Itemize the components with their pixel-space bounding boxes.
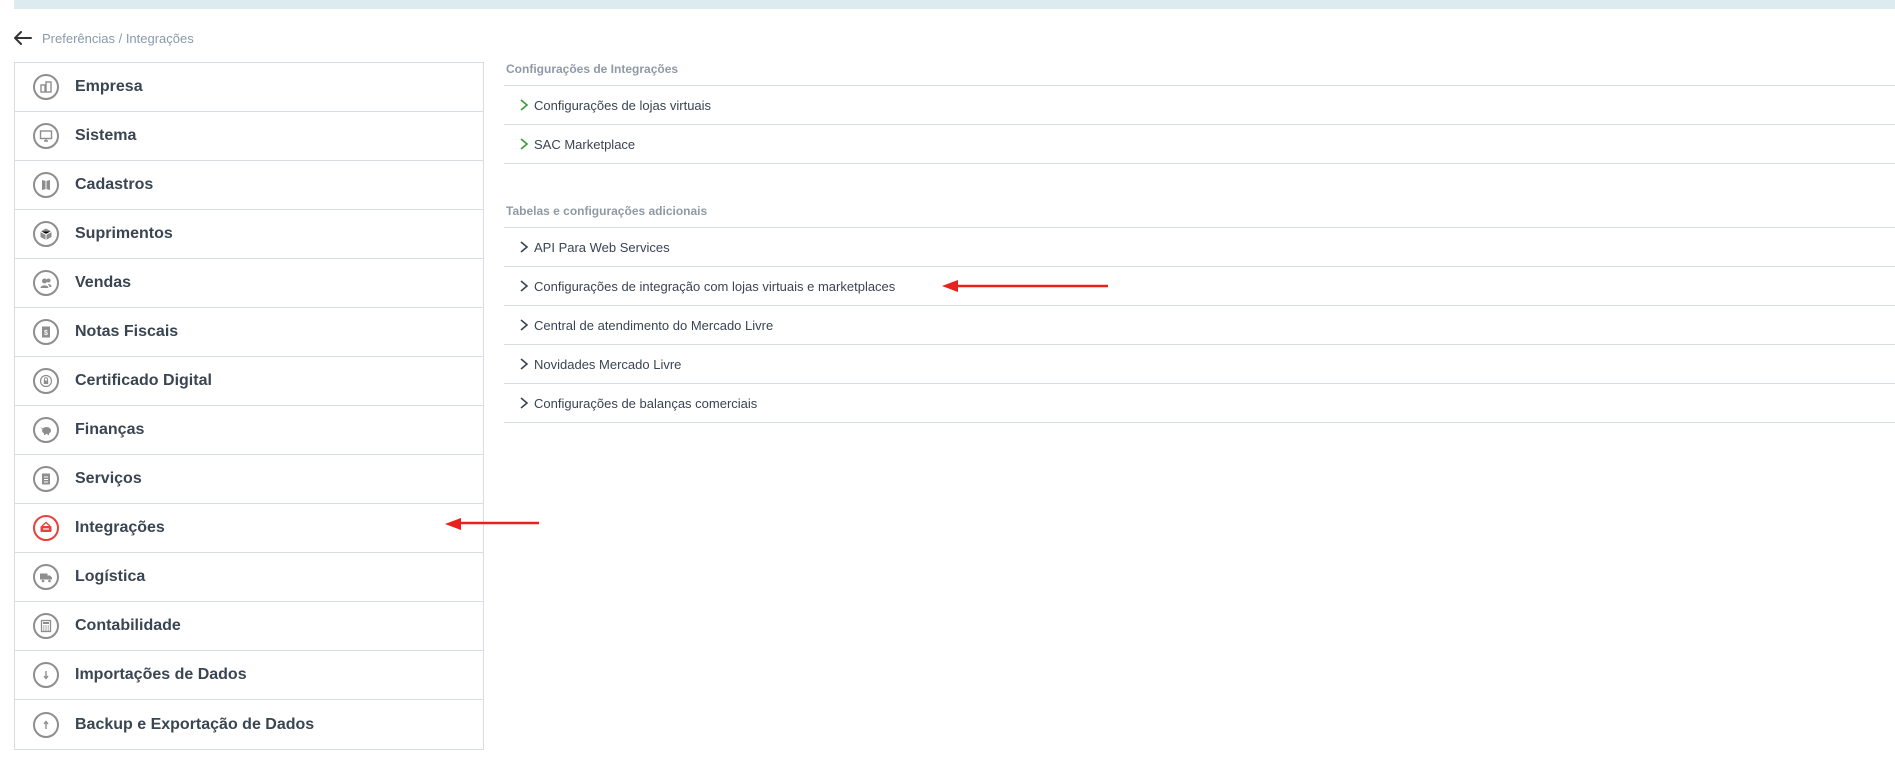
sidebar-item-label: Cadastros: [75, 176, 154, 193]
preferences-sidebar: Empresa Sistema Cadastros Suprimentos Ve…: [14, 62, 484, 750]
link-configuracoes-lojas-virtuais[interactable]: Configurações de lojas virtuais: [504, 86, 1895, 125]
sidebar-item-suprimentos[interactable]: Suprimentos: [15, 210, 483, 259]
chevron-right-icon: [520, 99, 529, 111]
link-label: SAC Marketplace: [534, 136, 636, 152]
sidebar-item-backup-exportacao[interactable]: Backup e Exportação de Dados: [15, 700, 483, 749]
sidebar-item-label: Serviços: [75, 470, 142, 487]
link-sac-marketplace[interactable]: SAC Marketplace: [504, 125, 1895, 164]
svg-text:$: $: [44, 330, 48, 337]
sidebar-item-sistema[interactable]: Sistema: [15, 112, 483, 161]
sidebar-item-label: Certificado Digital: [75, 372, 212, 389]
link-label: API Para Web Services: [534, 239, 670, 255]
chevron-right-icon: [520, 241, 529, 253]
book-icon: [33, 172, 59, 198]
link-api-web-services[interactable]: API Para Web Services: [504, 228, 1895, 267]
sidebar-item-label: Empresa: [75, 78, 143, 95]
link-label: Novidades Mercado Livre: [534, 356, 682, 372]
sidebar-item-label: Integrações: [75, 519, 165, 536]
sidebar-item-certificado-digital[interactable]: Certificado Digital: [15, 357, 483, 406]
truck-icon: [33, 564, 59, 590]
sidebar-item-label: Logística: [75, 568, 146, 585]
link-configuracoes-balancas-comerciais[interactable]: Configurações de balanças comerciais: [504, 384, 1895, 423]
sidebar-item-label: Finanças: [75, 421, 145, 438]
link-label: Configurações de balanças comerciais: [534, 395, 758, 411]
link-label: Configurações de integração com lojas vi…: [534, 278, 896, 294]
export-icon: [33, 711, 59, 738]
link-label: Configurações de lojas virtuais: [534, 97, 712, 113]
sidebar-item-empresa[interactable]: Empresa: [15, 63, 483, 112]
sidebar-item-label: Vendas: [75, 274, 132, 291]
sidebar-item-label: Backup e Exportação de Dados: [75, 715, 315, 733]
chevron-right-icon: [520, 138, 529, 150]
import-icon: [33, 662, 59, 688]
breadcrumb-text[interactable]: Preferências / Integrações: [42, 31, 194, 46]
section-title-tabelas: Tabelas e configurações adicionais: [504, 198, 1895, 228]
sidebar-item-logistica[interactable]: Logística: [15, 553, 483, 602]
chevron-right-icon: [520, 397, 529, 409]
breadcrumb: Preferências / Integrações: [14, 28, 194, 48]
sidebar-item-financas[interactable]: Finanças: [15, 406, 483, 455]
sidebar-item-cadastros[interactable]: Cadastros: [15, 161, 483, 210]
annotation-arrow: [942, 280, 1108, 292]
sidebar-item-vendas[interactable]: Vendas: [15, 259, 483, 308]
annotation-arrow: [445, 518, 539, 530]
integration-icon: [33, 515, 59, 541]
piggy-bank-icon: [33, 417, 59, 443]
link-novidades-mercado-livre[interactable]: Novidades Mercado Livre: [504, 345, 1895, 384]
sidebar-item-integracoes[interactable]: Integrações: [15, 504, 483, 553]
sidebar-item-label: Importações de Dados: [75, 666, 247, 683]
chevron-right-icon: [520, 358, 529, 370]
sidebar-item-label: Suprimentos: [75, 225, 173, 242]
sidebar-item-servicos[interactable]: Serviços: [15, 455, 483, 504]
link-label: Central de atendimento do Mercado Livre: [534, 317, 774, 333]
sidebar-item-importacoes-de-dados[interactable]: Importações de Dados: [15, 651, 483, 700]
monitor-icon: [33, 123, 59, 149]
link-central-atendimento-mercado-livre[interactable]: Central de atendimento do Mercado Livre: [504, 306, 1895, 345]
arrow-left-icon[interactable]: [14, 31, 32, 45]
box-icon: [33, 221, 59, 247]
receipt-icon: $: [33, 319, 59, 345]
chevron-right-icon: [520, 280, 529, 292]
clipboard-icon: [33, 466, 59, 492]
integrations-content: Configurações de Integrações Configuraçõ…: [504, 56, 1895, 423]
section-title-integracoes: Configurações de Integrações: [504, 56, 1895, 86]
link-configuracoes-integracao-lojas-marketplaces[interactable]: Configurações de integração com lojas vi…: [504, 267, 1895, 306]
calculator-icon: [33, 613, 59, 639]
users-icon: [33, 270, 59, 296]
sidebar-item-label: Sistema: [75, 127, 137, 144]
chevron-right-icon: [520, 319, 529, 331]
sidebar-item-label: Contabilidade: [75, 617, 181, 634]
top-banner: [14, 0, 1895, 9]
building-icon: [33, 74, 59, 100]
sidebar-item-label: Notas Fiscais: [75, 323, 179, 340]
lock-icon: [33, 368, 59, 394]
sidebar-item-notas-fiscais[interactable]: $ Notas Fiscais: [15, 308, 483, 357]
sidebar-item-contabilidade[interactable]: Contabilidade: [15, 602, 483, 651]
